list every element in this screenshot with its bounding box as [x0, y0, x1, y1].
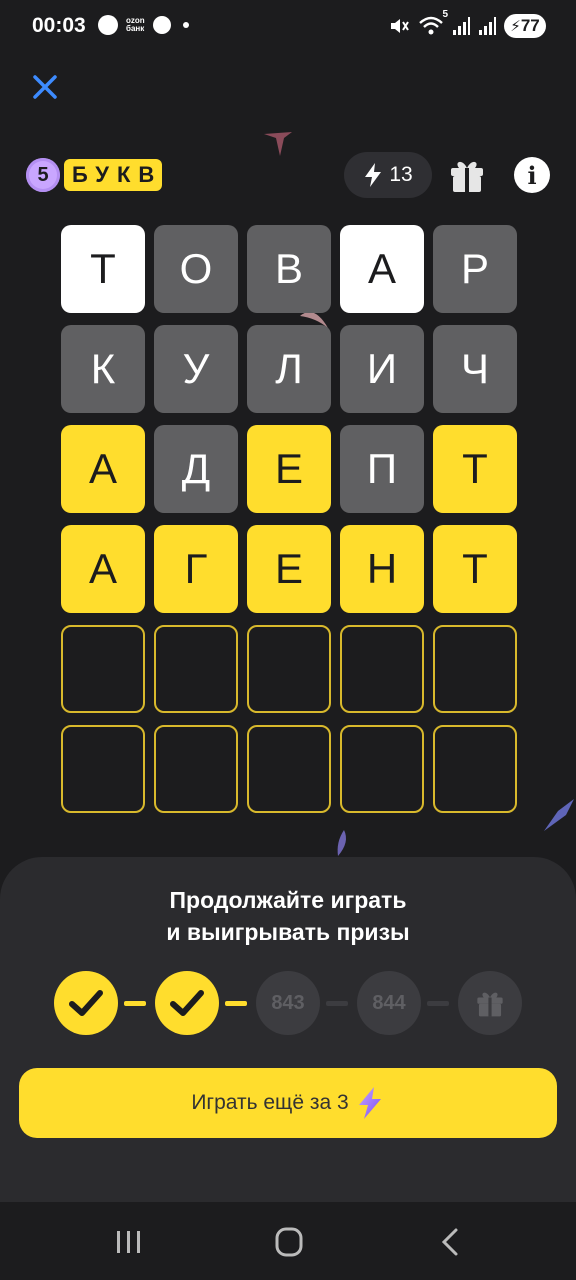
- system-icons: 5 ⚡ 77: [388, 9, 546, 38]
- check-icon: [170, 990, 204, 1016]
- confetti-piece: [544, 799, 574, 831]
- panel-title-line1: Продолжайте играть: [169, 887, 407, 913]
- wifi-badge: 5: [442, 9, 448, 20]
- empty-tile: [154, 625, 238, 713]
- home-icon[interactable]: [268, 1226, 308, 1258]
- empty-tile: [433, 625, 517, 713]
- letter-tile: Г: [154, 525, 238, 613]
- step-connector: [225, 1001, 247, 1006]
- upcoming-step: 843: [256, 971, 320, 1035]
- panel-title: Продолжайте играть и выигрывать призы: [0, 884, 576, 948]
- sync-icon: [152, 16, 171, 34]
- step-connector: [124, 1001, 146, 1006]
- game-logo: 5 БУКВ: [26, 158, 163, 192]
- step-connector: [427, 1001, 449, 1006]
- ozon-bank-icon: ozon банк: [126, 17, 145, 33]
- mute-icon: [391, 19, 409, 33]
- empty-tile: [61, 625, 145, 713]
- empty-tile: [247, 725, 331, 813]
- play-again-label: Играть ещё за 3: [191, 1091, 349, 1114]
- signal-icon-2: [479, 17, 496, 35]
- lightning-icon: [358, 1087, 381, 1119]
- completed-step: [155, 971, 219, 1035]
- energy-count: 13: [389, 163, 413, 186]
- letter-tile: К: [61, 325, 145, 413]
- upcoming-step: 844: [357, 971, 421, 1035]
- confetti-piece: [337, 830, 346, 856]
- letter-tile: Л: [247, 325, 331, 413]
- signal-icon: [453, 17, 470, 35]
- gift-icon: [477, 992, 503, 1017]
- empty-tile: [247, 625, 331, 713]
- play-again-button[interactable]: Играть ещё за 3: [19, 1068, 557, 1138]
- completed-step: [54, 971, 118, 1035]
- gift-icon[interactable]: [448, 156, 486, 194]
- status-bar: 00:03 ozon банк 5 ⚡ 77: [0, 0, 576, 52]
- letter-tile: Н: [340, 525, 424, 613]
- logo-number: 5: [26, 158, 60, 192]
- letter-tile: Д: [154, 425, 238, 513]
- letter-tile: Т: [433, 525, 517, 613]
- letter-tile: Ч: [433, 325, 517, 413]
- prize-step: [458, 971, 522, 1035]
- letter-tile: Т: [433, 425, 517, 513]
- confetti-piece: [264, 132, 292, 156]
- letter-tile: В: [247, 225, 331, 313]
- lightning-icon: [365, 163, 382, 187]
- letter-tile: П: [340, 425, 424, 513]
- letter-tile: А: [340, 225, 424, 313]
- letter-tile: Т: [61, 225, 145, 313]
- progress-steps: 843 844: [54, 971, 524, 1035]
- empty-tile: [340, 625, 424, 713]
- letter-tile: Е: [247, 525, 331, 613]
- empty-tile: [433, 725, 517, 813]
- bank-label: банк: [126, 24, 145, 33]
- status-time: 00:03: [32, 14, 86, 37]
- close-icon[interactable]: [28, 70, 62, 104]
- bank-app-icon: [98, 15, 118, 35]
- word-board: ТОВАРКУЛИЧАДЕПТАГЕНТ: [61, 225, 517, 813]
- check-icon: [69, 990, 103, 1016]
- battery-level: 77: [520, 16, 540, 35]
- logo-word: БУКВ: [64, 159, 163, 191]
- letter-tile: А: [61, 425, 145, 513]
- battery-indicator: ⚡ 77: [504, 14, 546, 38]
- empty-tile: [61, 725, 145, 813]
- system-nav-bar: [0, 1202, 576, 1280]
- battery-bolt-icon: ⚡: [510, 18, 521, 35]
- more-notifications-icon: [182, 22, 189, 28]
- letter-tile: Е: [247, 425, 331, 513]
- empty-tile: [154, 725, 238, 813]
- wifi-icon: 5: [418, 9, 448, 37]
- letter-tile: О: [154, 225, 238, 313]
- notification-icons: ozon банк: [98, 15, 189, 35]
- letter-tile: У: [154, 325, 238, 413]
- empty-tile: [340, 725, 424, 813]
- back-icon[interactable]: [430, 1226, 470, 1258]
- energy-counter[interactable]: 13: [344, 152, 432, 198]
- letter-tile: И: [340, 325, 424, 413]
- recents-icon[interactable]: [108, 1226, 148, 1258]
- panel-title-line2: и выигрывать призы: [166, 919, 410, 945]
- letter-tile: Р: [433, 225, 517, 313]
- step-connector: [326, 1001, 348, 1006]
- letter-tile: А: [61, 525, 145, 613]
- info-icon[interactable]: i: [514, 157, 550, 193]
